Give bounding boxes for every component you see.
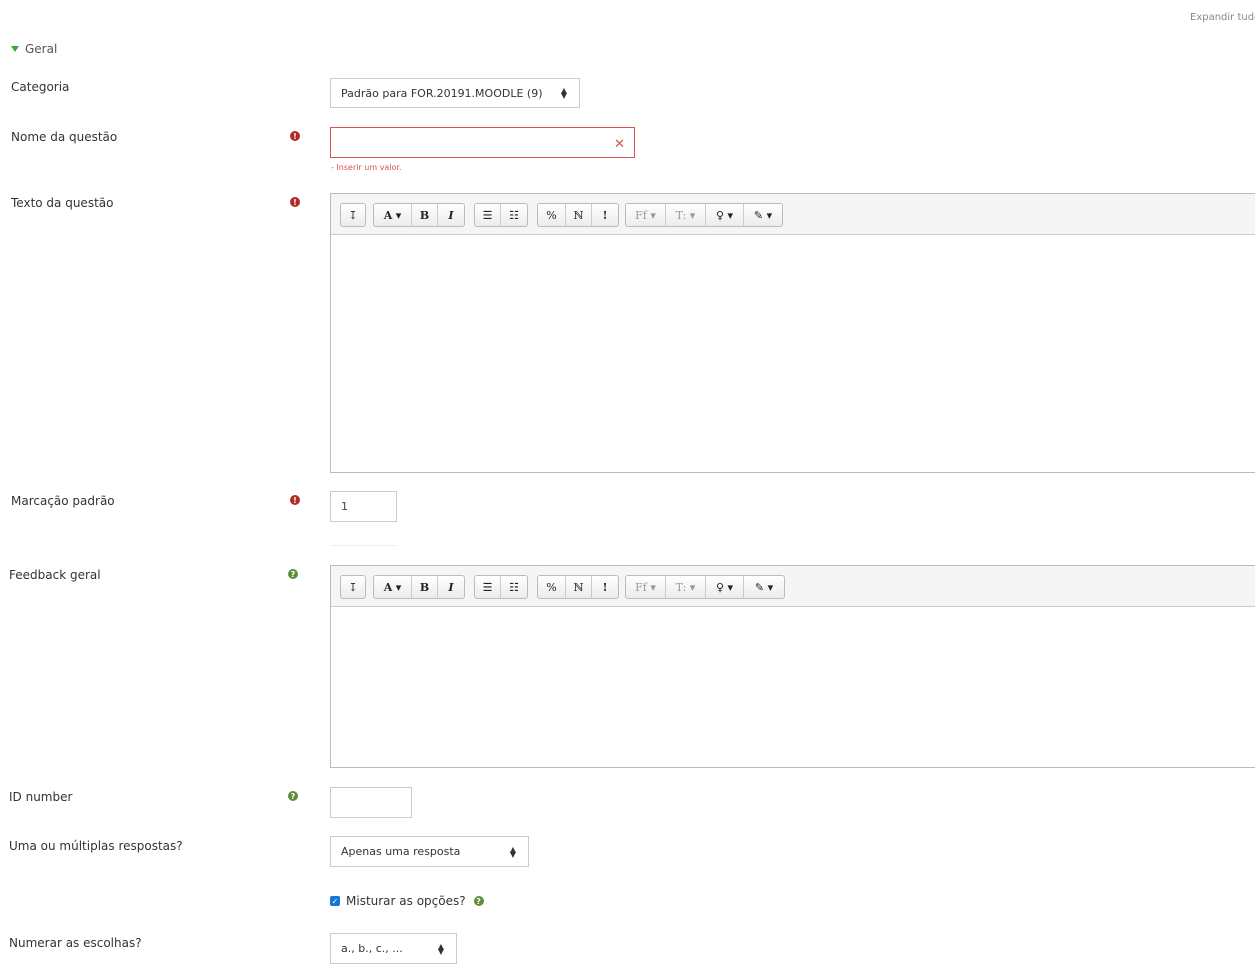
question-circle-icon[interactable]: ? (288, 791, 298, 801)
default-mark-input[interactable]: 1 (330, 491, 397, 522)
section-toggle-geral[interactable]: Geral (11, 42, 57, 56)
exclamation-circle-icon: ! (290, 197, 300, 207)
question-name-input[interactable]: ✕ (330, 127, 635, 158)
font-size-button[interactable]: T: ▾ (666, 576, 706, 598)
single-multiple-select[interactable]: Apenas uma resposta ▲ ▼ (330, 836, 529, 867)
link-icon[interactable]: % (538, 204, 566, 226)
show-more-icon[interactable]: ↧ (341, 204, 365, 226)
warning-icon[interactable]: ! (592, 576, 618, 598)
id-number-input[interactable] (330, 787, 412, 818)
default-mark-label: Marcação padrão (11, 494, 115, 508)
question-text-label: Texto da questão (11, 196, 114, 210)
x-icon: ✕ (614, 137, 625, 152)
numbering-select[interactable]: a., b., c., ... ▲ ▼ (330, 933, 457, 964)
editor-toolbar: ↧ A ▾ B I ☰ ☷ % ℕ ! Ff ▾ T: ▾ ♀ ▾ ✎ ▾ (331, 194, 1255, 235)
divider (330, 545, 397, 546)
italic-button[interactable]: I (438, 576, 464, 598)
category-select-value: Padrão para FOR.20191.MOODLE (9) (341, 86, 543, 100)
exclamation-circle-icon: ! (290, 495, 300, 505)
single-multiple-select-value: Apenas uma resposta (341, 845, 461, 858)
category-label: Categoria (11, 80, 70, 94)
exclamation-circle-icon: ! (290, 131, 300, 141)
caret-down-icon (11, 46, 19, 52)
shuffle-checkbox[interactable]: ✓ (330, 896, 340, 906)
ordered-list-icon[interactable]: ☷ (501, 204, 527, 226)
question-circle-icon[interactable]: ? (473, 896, 484, 906)
numbering-select-value: a., b., c., ... (341, 942, 403, 955)
show-more-icon[interactable]: ↧ (341, 576, 365, 598)
shuffle-row: ✓ Misturar as opções? ? (330, 894, 484, 908)
unordered-list-icon[interactable]: ☰ (475, 576, 501, 598)
bold-button[interactable]: B (412, 204, 438, 226)
single-multiple-label: Uma ou múltiplas respostas? (9, 839, 183, 853)
brush-button[interactable]: ✎ ▾ (744, 576, 784, 598)
font-color-button[interactable]: A ▾ (374, 576, 412, 598)
shuffle-label: Misturar as opções? (346, 894, 466, 908)
bold-button[interactable]: B (412, 576, 438, 598)
font-color-button[interactable]: A ▾ (374, 204, 412, 226)
font-family-button[interactable]: Ff ▾ (626, 576, 666, 598)
category-select[interactable]: Padrão para FOR.20191.MOODLE (9) ▲ ▼ (330, 78, 580, 108)
link-icon[interactable]: % (538, 576, 566, 598)
general-feedback-label: Feedback geral (9, 568, 101, 582)
question-text-editor[interactable]: ↧ A ▾ B I ☰ ☷ % ℕ ! Ff ▾ T: ▾ ♀ ▾ ✎ ▾ (330, 193, 1255, 473)
section-title: Geral (25, 42, 58, 56)
warning-icon[interactable]: ! (592, 204, 618, 226)
brush-button[interactable]: ✎ ▾ (744, 204, 782, 226)
ordered-list-icon[interactable]: ☷ (501, 576, 527, 598)
select-caret-icon: ▲ ▼ (437, 941, 444, 956)
id-number-label: ID number (9, 790, 73, 804)
unlink-icon[interactable]: ℕ (566, 204, 592, 226)
numbering-label: Numerar as escolhas? (9, 936, 142, 950)
select-caret-icon: ▲ ▼ (509, 844, 516, 859)
general-feedback-editor[interactable]: ↧ A ▾ B I ☰ ☷ % ℕ ! Ff ▾ T: ▾ ♀ ▾ ✎ ▾ (330, 565, 1255, 768)
question-circle-icon[interactable]: ? (288, 569, 298, 579)
font-family-button[interactable]: Ff ▾ (626, 204, 666, 226)
unlink-icon[interactable]: ℕ (566, 576, 592, 598)
italic-button[interactable]: I (438, 204, 464, 226)
unordered-list-icon[interactable]: ☰ (475, 204, 501, 226)
editor-toolbar: ↧ A ▾ B I ☰ ☷ % ℕ ! Ff ▾ T: ▾ ♀ ▾ ✎ ▾ (331, 566, 1255, 607)
question-name-error: - Inserir um valor. (331, 163, 402, 172)
question-name-label: Nome da questão (11, 130, 118, 144)
lightbulb-button[interactable]: ♀ ▾ (706, 576, 744, 598)
select-caret-icon: ▲ ▼ (560, 86, 567, 100)
lightbulb-button[interactable]: ♀ ▾ (706, 204, 744, 226)
expand-all-link[interactable]: Expandir tudo (1190, 12, 1255, 23)
font-size-button[interactable]: T: ▾ (666, 204, 706, 226)
